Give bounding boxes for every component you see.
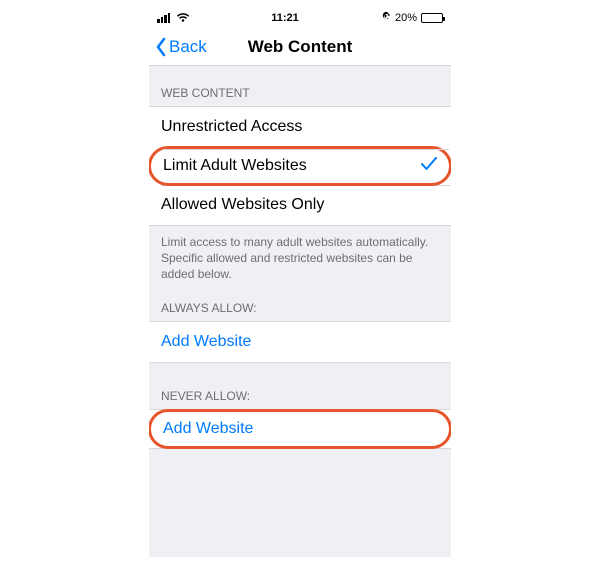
option-label: Unrestricted Access xyxy=(161,118,302,136)
option-limit-adult-websites[interactable]: Limit Adult Websites xyxy=(149,146,451,186)
empty-area xyxy=(149,449,451,557)
cellular-signal-icon xyxy=(157,13,170,23)
never-allow-list: Add Website xyxy=(149,409,451,449)
wifi-icon xyxy=(176,13,190,23)
web-content-options: Unrestricted Access Limit Adult Websites… xyxy=(149,106,451,226)
checkmark-icon xyxy=(421,157,437,176)
battery-icon xyxy=(421,13,443,23)
add-website-label: Add Website xyxy=(163,420,253,438)
add-website-label: Add Website xyxy=(161,333,251,351)
option-unrestricted-access[interactable]: Unrestricted Access xyxy=(149,107,451,147)
option-label: Limit Adult Websites xyxy=(163,157,307,175)
nav-bar: Back Web Content xyxy=(149,28,451,66)
section-header-always-allow: ALWAYS ALLOW: xyxy=(149,291,451,321)
page-title: Web Content xyxy=(149,37,451,57)
section-footer: Limit access to many adult websites auto… xyxy=(149,226,451,291)
orientation-lock-icon xyxy=(380,11,391,25)
status-left xyxy=(157,13,190,23)
add-website-never-allow[interactable]: Add Website xyxy=(149,409,451,449)
section-header-web-content: WEB CONTENT xyxy=(149,66,451,106)
add-website-always-allow[interactable]: Add Website xyxy=(149,322,451,362)
option-label: Allowed Websites Only xyxy=(161,196,324,214)
settings-screen: 11:21 20% Back Web Content WEB CONTENT U… xyxy=(149,8,451,557)
always-allow-list: Add Website xyxy=(149,321,451,363)
battery-percentage: 20% xyxy=(395,12,417,24)
status-right: 20% xyxy=(380,11,443,25)
status-time: 11:21 xyxy=(271,12,299,24)
section-header-never-allow: NEVER ALLOW: xyxy=(149,379,451,409)
option-allowed-websites-only[interactable]: Allowed Websites Only xyxy=(149,185,451,225)
status-bar: 11:21 20% xyxy=(149,8,451,28)
